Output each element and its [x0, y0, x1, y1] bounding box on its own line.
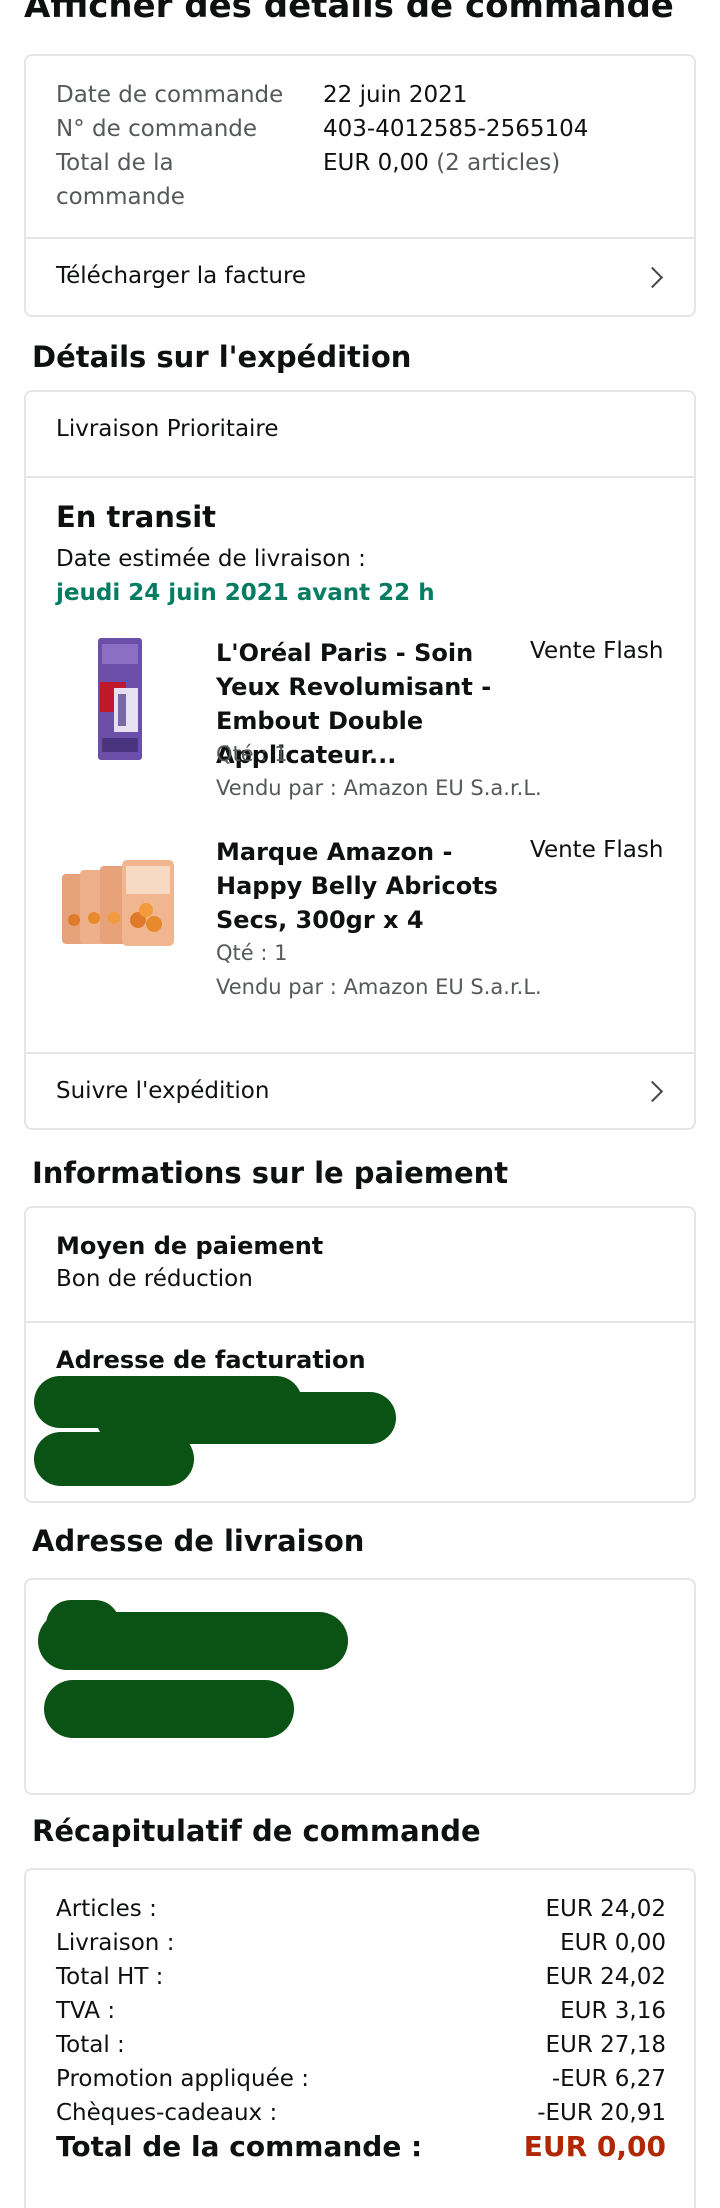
shipment-status: En transit [56, 500, 216, 534]
billing-address-redaction [34, 1432, 194, 1486]
product-tag-1: Vente Flash [530, 638, 664, 664]
summary-row-articles: Articles : EUR 24,02 [56, 1896, 666, 1922]
summary-row-shipping: Livraison : EUR 0,00 [56, 1930, 666, 1956]
summary-row-label: Total HT : [56, 1964, 164, 1990]
summary-row-subtotal: Total HT : EUR 24,02 [56, 1964, 666, 1990]
order-summary-card: Articles : EUR 24,02 Livraison : EUR 0,0… [24, 1868, 696, 2208]
divider [26, 476, 694, 478]
track-shipment-row[interactable]: Suivre l'expédition [26, 1054, 694, 1130]
summary-row-gift-cards: Chèques-cadeaux : -EUR 20,91 [56, 2100, 666, 2126]
delivery-address-redaction [44, 1680, 294, 1738]
divider [26, 1321, 694, 1323]
order-number-label: N° de commande [56, 116, 258, 142]
order-total-label-cont: commande [56, 184, 185, 210]
download-invoice-label: Télécharger la facture [56, 263, 307, 289]
order-total-value: EUR 0,00 (2 articles) [323, 150, 560, 176]
summary-row-value: EUR 3,16 [560, 1998, 666, 2024]
eta-value: jeudi 24 juin 2021 avant 22 h [56, 580, 435, 606]
grand-total-label: Total de la commande : [56, 2130, 423, 2163]
delivery-address-card [24, 1578, 696, 1795]
order-summary-heading: Récapitulatif de commande [32, 1814, 481, 1848]
summary-row-label: TVA : [56, 1998, 116, 2024]
eta-label: Date estimée de livraison : [56, 546, 366, 572]
payment-method-label: Moyen de paiement [56, 1232, 324, 1260]
track-shipment-label: Suivre l'expédition [56, 1078, 270, 1104]
product-image-apricots[interactable] [62, 858, 178, 948]
order-number-value: 403-4012585-2565104 [323, 116, 589, 142]
summary-row-value: -EUR 20,91 [537, 2100, 666, 2126]
product-seller-1: Vendu par : Amazon EU S.a.r.L. [216, 776, 542, 800]
summary-row-label: Total : [56, 2032, 125, 2058]
page-title: Afficher des détails de commande [24, 0, 674, 26]
summary-row-label: Chèques-cadeaux : [56, 2100, 278, 2126]
product-image-serum[interactable] [96, 638, 144, 760]
order-item-count: (2 articles) [436, 150, 561, 176]
summary-row-promotion: Promotion appliquée : -EUR 6,27 [56, 2066, 666, 2092]
product-qty-2: Qté : 1 [216, 941, 288, 965]
order-date-label: Date de commande [56, 82, 284, 108]
summary-row-value: EUR 24,02 [545, 1896, 666, 1922]
summary-row-total: Total : EUR 27,18 [56, 2032, 666, 2058]
chevron-right-icon [641, 266, 664, 289]
payment-method-value: Bon de réduction [56, 1266, 253, 1292]
summary-row-label: Articles : [56, 1896, 157, 1922]
product-title-2[interactable]: Marque Amazon - Happy Belly Abricots Sec… [216, 835, 526, 937]
summary-row-value: EUR 24,02 [545, 1964, 666, 1990]
grand-total-row: Total de la commande : EUR 0,00 [56, 2130, 666, 2163]
product-qty-1: Qté : 1 [216, 742, 288, 766]
product-tag-2: Vente Flash [530, 837, 664, 863]
shipping-method: Livraison Prioritaire [56, 416, 279, 442]
shipping-card: Livraison Prioritaire En transit Date es… [24, 390, 696, 1130]
chevron-right-icon [641, 1080, 664, 1103]
order-total-label: Total de la [56, 150, 174, 176]
summary-row-value: -EUR 6,27 [551, 2066, 666, 2092]
summary-row-value: EUR 0,00 [560, 1930, 666, 1956]
billing-address-label: Adresse de facturation [56, 1346, 366, 1374]
grand-total-value: EUR 0,00 [523, 2130, 666, 2163]
payment-card: Moyen de paiement Bon de réduction Adres… [24, 1206, 696, 1503]
delivery-address-heading: Adresse de livraison [32, 1524, 365, 1558]
summary-row-label: Promotion appliquée : [56, 2066, 309, 2092]
order-total-amount: EUR 0,00 [323, 150, 429, 176]
order-date-value: 22 juin 2021 [323, 82, 468, 108]
product-seller-2: Vendu par : Amazon EU S.a.r.L. [216, 975, 542, 999]
summary-row-value: EUR 27,18 [545, 2032, 666, 2058]
shipping-heading: Détails sur l'expédition [32, 340, 412, 374]
summary-row-label: Livraison : [56, 1930, 175, 1956]
order-info-card: Date de commande 22 juin 2021 N° de comm… [24, 54, 696, 317]
delivery-address-redaction [38, 1612, 348, 1670]
payment-heading: Informations sur le paiement [32, 1156, 509, 1190]
download-invoice-row[interactable]: Télécharger la facture [26, 239, 694, 317]
summary-row-vat: TVA : EUR 3,16 [56, 1998, 666, 2024]
